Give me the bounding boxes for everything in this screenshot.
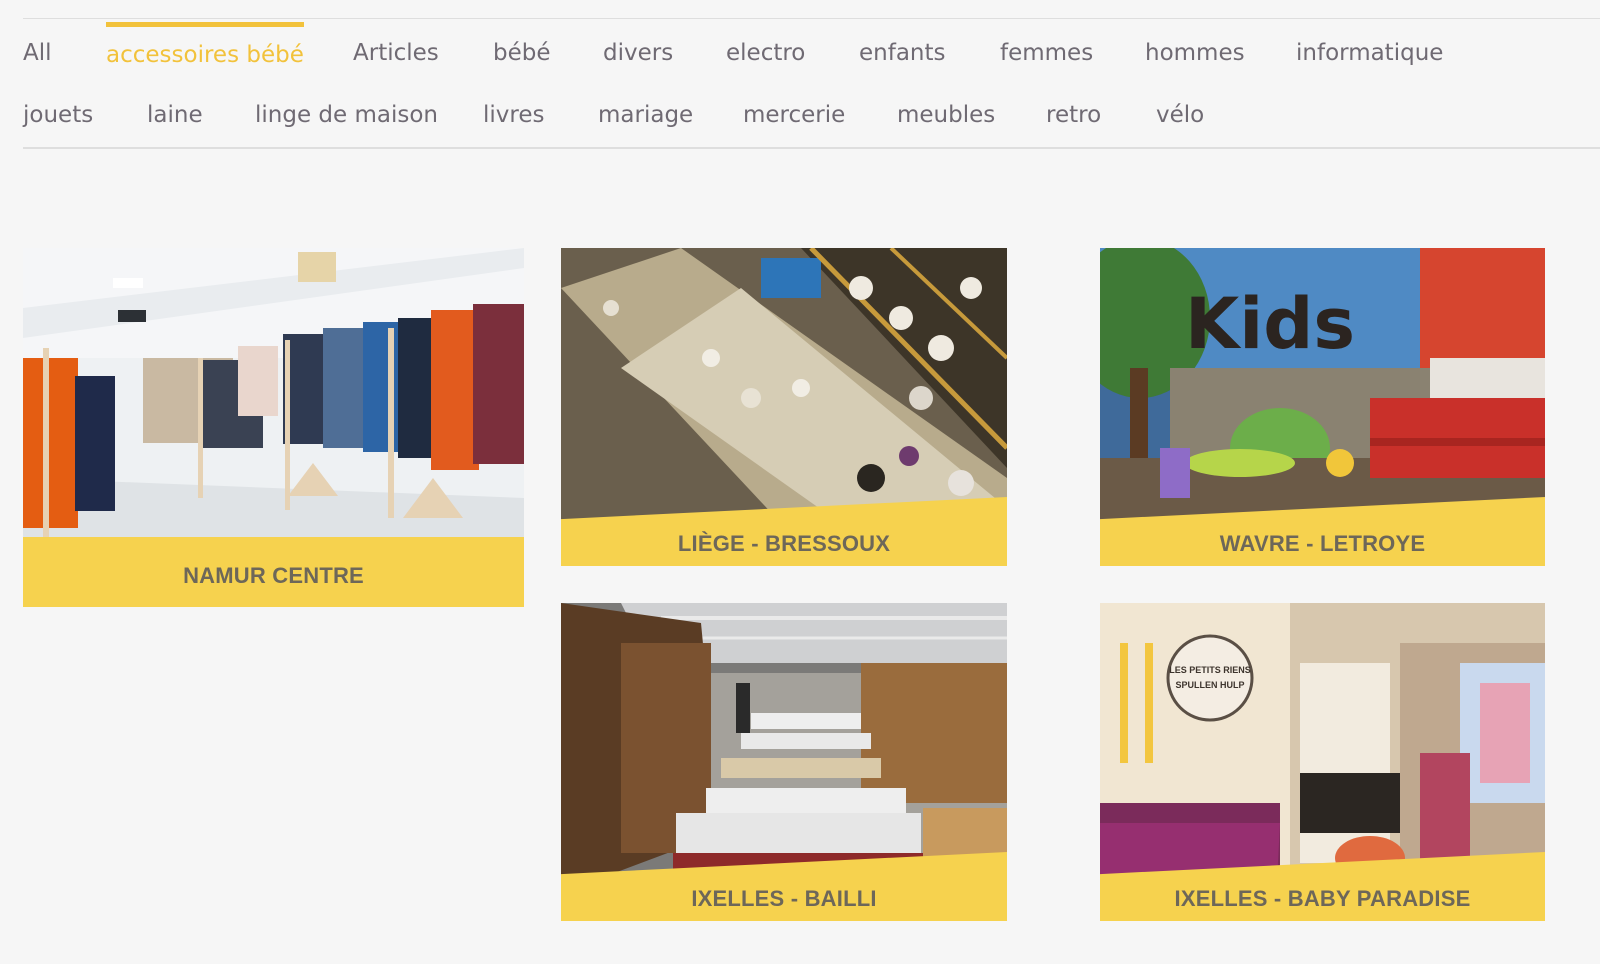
mural-kids-text: Kids	[1185, 283, 1355, 365]
filter-femmes[interactable]: femmes	[1000, 38, 1093, 68]
filter-jouets[interactable]: jouets	[23, 100, 93, 130]
store-tile-liege-bressoux[interactable]: LIÈGE - BRESSOUX	[561, 248, 1007, 566]
store-label: NAMUR CENTRE	[183, 563, 364, 588]
filter-mariage[interactable]: mariage	[598, 100, 693, 130]
store-tile-wavre-letroye[interactable]: Kids WAVRE - LETROYE	[1100, 248, 1545, 566]
filter-meubles[interactable]: meubles	[897, 100, 995, 130]
filter-accessoires-bebe[interactable]: accessoires bébé	[106, 22, 304, 70]
filter-retro[interactable]: retro	[1046, 100, 1101, 130]
store-tile-ixelles-bailli[interactable]: IXELLES - BAILLI	[561, 603, 1007, 921]
store-label: IXELLES - BABY PARADISE	[1174, 886, 1471, 911]
store-label: IXELLES - BAILLI	[691, 886, 877, 911]
filter-articles[interactable]: Articles	[353, 38, 439, 68]
filter-enfants[interactable]: enfants	[859, 38, 946, 68]
spullen-hulp-sign: LES PETITS RIENS	[1169, 665, 1251, 675]
filter-divers[interactable]: divers	[603, 38, 673, 68]
filter-electro[interactable]: electro	[726, 38, 805, 68]
store-label: LIÈGE - BRESSOUX	[677, 531, 891, 556]
filter-laine[interactable]: laine	[147, 100, 203, 130]
filter-mercerie[interactable]: mercerie	[743, 100, 845, 130]
filter-informatique[interactable]: informatique	[1296, 38, 1443, 68]
filter-all[interactable]: All	[23, 38, 52, 68]
filter-velo[interactable]: vélo	[1156, 100, 1204, 130]
category-filter-bar: All accessoires bébé Articles bébé diver…	[23, 18, 1600, 149]
store-tile-ixelles-baby-paradise[interactable]: LES PETITS RIENS SPULLEN HULP IXELLES - …	[1100, 603, 1545, 921]
filter-bebe[interactable]: bébé	[493, 38, 551, 68]
store-tile-namur-centre[interactable]: NAMUR CENTRE	[23, 248, 524, 607]
filter-hommes[interactable]: hommes	[1145, 38, 1245, 68]
store-label: WAVRE - LETROYE	[1219, 531, 1426, 556]
filter-linge-de-maison[interactable]: linge de maison	[255, 100, 438, 130]
filter-livres[interactable]: livres	[483, 100, 544, 130]
svg-text:SPULLEN HULP: SPULLEN HULP	[1175, 680, 1244, 690]
